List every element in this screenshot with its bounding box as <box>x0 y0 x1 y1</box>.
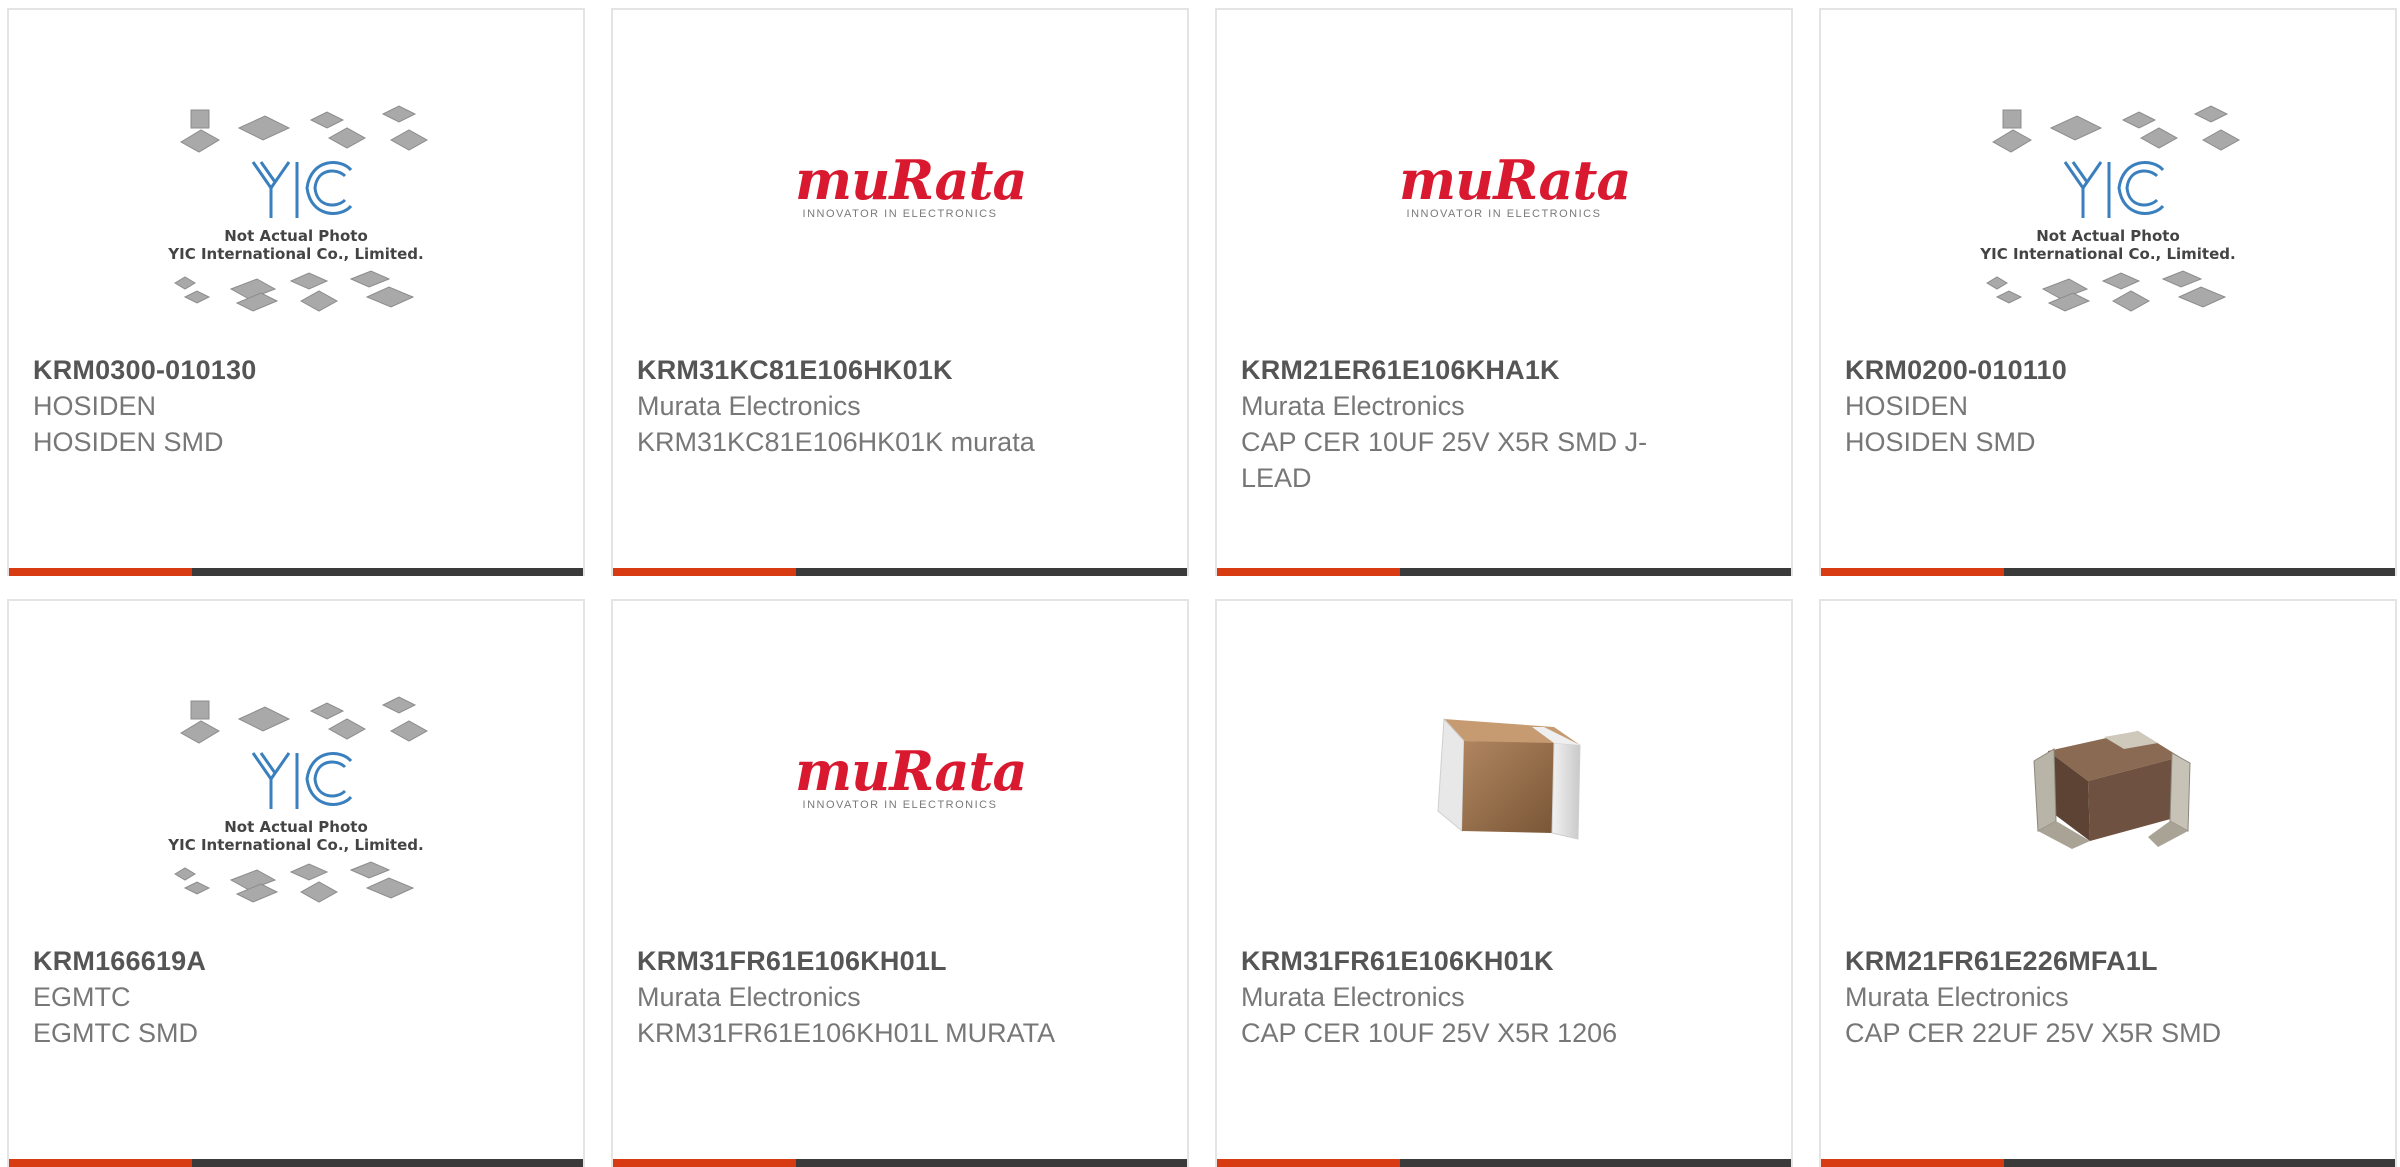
product-description: KRM31KC81E106HK01K murata <box>637 427 1035 457</box>
manufacturer-name: Murata Electronics <box>637 391 861 421</box>
product-description: HOSIDEN SMD <box>1845 427 2036 457</box>
card-accent-stripe <box>1821 1159 2004 1167</box>
card-bottom-bar <box>9 568 583 576</box>
placeholder-caption: Not Actual Photo YIC International Co., L… <box>1973 227 2243 263</box>
card-bottom-bar <box>1217 1159 1791 1167</box>
part-number-link[interactable]: KRM31FR61E106KH01K <box>1241 943 1691 979</box>
placeholder-caption: Not Actual Photo YIC International Co., L… <box>161 818 431 854</box>
part-number-link[interactable]: KRM31KC81E106HK01K <box>637 352 1087 388</box>
product-card[interactable]: muRata INNOVATOR IN ELECTRONICS KRM21ER61E… <box>1215 8 1793 576</box>
card-bottom-bar <box>613 568 1187 576</box>
product-image-area[interactable] <box>1821 681 2395 941</box>
product-description: HOSIDEN SMD <box>33 427 224 457</box>
capacitor-photo <box>2033 731 2191 849</box>
capacitor-photo <box>1437 717 1581 840</box>
manufacturer-name: HOSIDEN <box>33 391 157 421</box>
product-image-area[interactable]: Not Actual Photo YIC International Co., L… <box>9 691 583 951</box>
part-number-link[interactable]: KRM21FR61E226MFA1L <box>1845 943 2295 979</box>
chip-icons-graphic <box>174 270 415 312</box>
product-card[interactable]: Not Actual Photo YIC International Co., L… <box>7 599 585 1167</box>
placeholder-caption-line: YIC International Co., Limited. <box>168 836 424 854</box>
product-image-area[interactable]: muRata INNOVATOR IN ELECTRONICS <box>1217 90 1791 350</box>
placeholder-caption-line: YIC International Co., Limited. <box>1980 245 2236 263</box>
product-info: KRM21ER61E106KHA1K Murata Electronics CAP … <box>1241 352 1691 496</box>
manufacturer-name: Murata Electronics <box>637 982 861 1012</box>
manufacturer-name: Murata Electronics <box>1845 982 2069 1012</box>
yic-placeholder-image: Not Actual Photo YIC International Co., L… <box>161 691 431 915</box>
chip-icons-graphic <box>180 696 429 809</box>
product-description: CAP CER 10UF 25V X5R SMD J-LEAD <box>1241 427 1648 493</box>
card-accent-stripe <box>613 568 796 576</box>
card-bottom-bar <box>613 1159 1187 1167</box>
murata-logo-wordmark: muRata <box>1399 148 1631 212</box>
product-card[interactable]: KRM31FR61E106KH01K Murata Electronics CAP … <box>1215 599 1793 1167</box>
part-number-link[interactable]: KRM21ER61E106KHA1K <box>1241 352 1691 388</box>
product-image-area[interactable]: Not Actual Photo YIC International Co., L… <box>1821 100 2395 360</box>
product-info: KRM31KC81E106HK01K Murata Electronics KRM3… <box>637 352 1087 460</box>
product-grid: Not Actual Photo YIC International Co., L… <box>0 0 2400 1167</box>
card-bottom-bar <box>1821 1159 2395 1167</box>
manufacturer-name: EGMTC <box>33 982 131 1012</box>
product-info: KRM0200-010110 HOSIDEN HOSIDEN SMD <box>1845 352 2295 460</box>
murata-logo: muRata INNOVATOR IN ELECTRONICS <box>795 739 1027 811</box>
placeholder-caption: Not Actual Photo YIC International Co., L… <box>161 227 431 263</box>
manufacturer-name: HOSIDEN <box>1845 391 1969 421</box>
product-card[interactable]: KRM21FR61E226MFA1L Murata Electronics CAP … <box>1819 599 2397 1167</box>
part-number-link[interactable]: KRM31FR61E106KH01L <box>637 943 1087 979</box>
part-number-link[interactable]: KRM166619A <box>33 943 483 979</box>
product-description: CAP CER 10UF 25V X5R 1206 <box>1241 1018 1618 1048</box>
product-info: KRM21FR61E226MFA1L Murata Electronics CAP … <box>1845 943 2295 1051</box>
chip-icons-graphic <box>1986 270 2227 312</box>
product-image-area[interactable] <box>1217 681 1791 941</box>
product-description: CAP CER 22UF 25V X5R SMD <box>1845 1018 2222 1048</box>
product-description: EGMTC SMD <box>33 1018 198 1048</box>
card-bottom-bar <box>1217 568 1791 576</box>
product-image-area[interactable]: muRata INNOVATOR IN ELECTRONICS <box>613 90 1187 350</box>
murata-logo: muRata INNOVATOR IN ELECTRONICS <box>1399 148 1631 220</box>
manufacturer-name: Murata Electronics <box>1241 391 1465 421</box>
yic-placeholder-image: Not Actual Photo YIC International Co., L… <box>161 100 431 324</box>
card-accent-stripe <box>1821 568 2004 576</box>
product-card[interactable]: Not Actual Photo YIC International Co., L… <box>1819 8 2397 576</box>
chip-icons-graphic <box>1992 105 2241 218</box>
murata-logo-wordmark: muRata <box>795 148 1027 212</box>
murata-logo-tagline: INNOVATOR IN ELECTRONICS <box>1406 208 1602 220</box>
part-number-link[interactable]: KRM0200-010110 <box>1845 352 2295 388</box>
product-info: KRM166619A EGMTC EGMTC SMD <box>33 943 483 1051</box>
product-description: KRM31FR61E106KH01L MURATA <box>637 1018 1056 1048</box>
product-info: KRM31FR61E106KH01L Murata Electronics KRM3… <box>637 943 1087 1051</box>
card-accent-stripe <box>9 568 192 576</box>
chip-icons-graphic <box>174 861 415 903</box>
product-card[interactable]: muRata INNOVATOR IN ELECTRONICS KRM31KC81E… <box>611 8 1189 576</box>
card-accent-stripe <box>1217 568 1400 576</box>
placeholder-caption-line: Not Actual Photo <box>224 818 368 836</box>
card-accent-stripe <box>1217 1159 1400 1167</box>
part-number-link[interactable]: KRM0300-010130 <box>33 352 483 388</box>
card-bottom-bar <box>1821 568 2395 576</box>
chip-icons-graphic <box>180 105 429 218</box>
product-card[interactable]: muRata INNOVATOR IN ELECTRONICS KRM31FR61E… <box>611 599 1189 1167</box>
murata-logo-tagline: INNOVATOR IN ELECTRONICS <box>802 799 998 811</box>
card-accent-stripe <box>613 1159 796 1167</box>
product-image-area[interactable]: Not Actual Photo YIC International Co., L… <box>9 100 583 360</box>
placeholder-caption-line: Not Actual Photo <box>2036 227 2180 245</box>
product-info: KRM0300-010130 HOSIDEN HOSIDEN SMD <box>33 352 483 460</box>
murata-logo: muRata INNOVATOR IN ELECTRONICS <box>795 148 1027 220</box>
product-card[interactable]: Not Actual Photo YIC International Co., L… <box>7 8 585 576</box>
manufacturer-name: Murata Electronics <box>1241 982 1465 1012</box>
placeholder-caption-line: Not Actual Photo <box>224 227 368 245</box>
card-bottom-bar <box>9 1159 583 1167</box>
card-accent-stripe <box>9 1159 192 1167</box>
murata-logo-tagline: INNOVATOR IN ELECTRONICS <box>802 208 998 220</box>
murata-logo-wordmark: muRata <box>795 739 1027 803</box>
product-info: KRM31FR61E106KH01K Murata Electronics CAP … <box>1241 943 1691 1051</box>
product-image-area[interactable]: muRata INNOVATOR IN ELECTRONICS <box>613 681 1187 941</box>
yic-placeholder-image: Not Actual Photo YIC International Co., L… <box>1973 100 2243 324</box>
placeholder-caption-line: YIC International Co., Limited. <box>168 245 424 263</box>
